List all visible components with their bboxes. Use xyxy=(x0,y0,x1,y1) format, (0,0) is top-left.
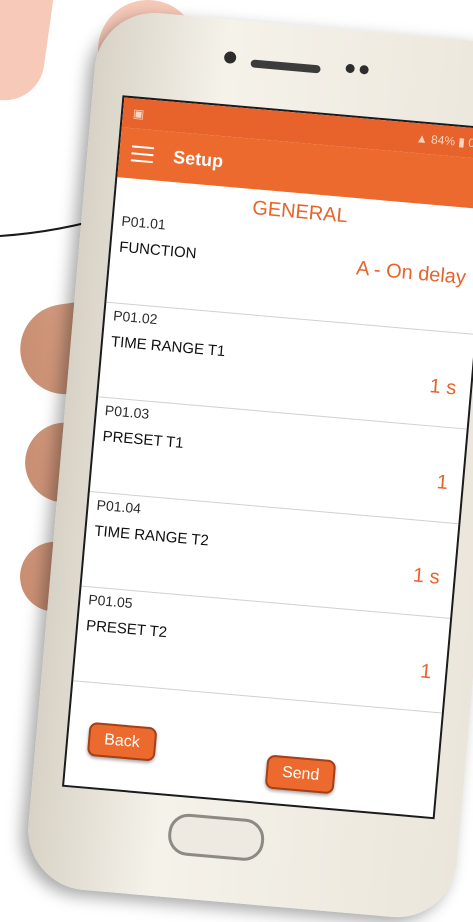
send-button[interactable]: Send xyxy=(264,754,337,795)
parameter-value[interactable]: 1 s xyxy=(412,564,441,589)
parameter-value[interactable]: 1 s xyxy=(429,375,458,400)
hamburger-menu-icon[interactable] xyxy=(130,145,155,164)
clock: 09 xyxy=(467,135,473,151)
signal-icon: ▲ xyxy=(415,131,429,147)
notification-icon: ▣ xyxy=(132,106,145,122)
page-title: Setup xyxy=(172,146,225,171)
back-button[interactable]: Back xyxy=(86,721,158,762)
battery-percent: 84% xyxy=(430,132,456,149)
phone-screen: ▣ ▲ 84% ▮ 09 Setup GENERAL P01.01 FUNCTI… xyxy=(61,95,473,820)
home-button[interactable] xyxy=(166,812,266,863)
status-indicators: ▲ 84% ▮ 09 xyxy=(415,131,473,151)
battery-icon: ▮ xyxy=(457,134,466,150)
smartphone: ▣ ▲ 84% ▮ 09 Setup GENERAL P01.01 FUNCTI… xyxy=(23,8,473,922)
parameter-value[interactable]: 1 xyxy=(436,471,449,495)
parameter-value[interactable]: 1 xyxy=(419,660,432,684)
